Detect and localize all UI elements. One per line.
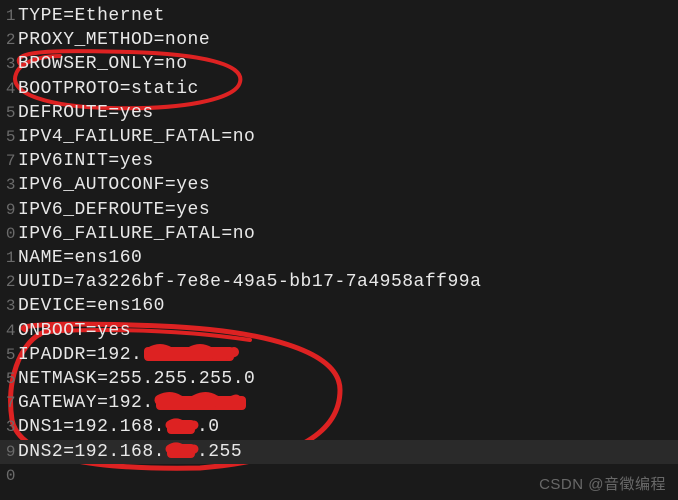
text-editor[interactable]: 1TYPE=Ethernet2PROXY_METHOD=none3BROWSER… — [0, 0, 678, 492]
code-text: BOOTPROTO=static — [18, 77, 199, 101]
line-number: 5 — [0, 101, 18, 125]
redacted-segment — [167, 420, 195, 434]
code-line[interactable]: 5DEFROUTE=yes — [0, 101, 678, 125]
code-line[interactable]: 2PROXY_METHOD=none — [0, 28, 678, 52]
code-text: DEFROUTE=yes — [18, 101, 154, 125]
code-line[interactable]: 7GATEWAY=192. — [0, 391, 678, 415]
code-line[interactable]: 5IPADDR=192. — [0, 343, 678, 367]
code-line[interactable]: 4BOOTPROTO=static — [0, 77, 678, 101]
code-text: IPV6_FAILURE_FATAL=no — [18, 222, 255, 246]
line-number: 3 — [0, 294, 18, 318]
watermark-text: CSDN @音徵编程 — [539, 473, 666, 494]
line-number: 9 — [0, 440, 18, 464]
redacted-segment — [167, 444, 195, 458]
code-text: DEVICE=ens160 — [18, 294, 165, 318]
code-text: IPV6_AUTOCONF=yes — [18, 173, 210, 197]
line-number: 2 — [0, 28, 18, 52]
line-number: 4 — [0, 77, 18, 101]
code-line[interactable]: 2UUID=7a3226bf-7e8e-49a5-bb17-7a4958aff9… — [0, 270, 678, 294]
code-text: DNS2=192.168..255 — [18, 440, 242, 464]
line-number: 3 — [0, 173, 18, 197]
line-number: 5 — [0, 367, 18, 391]
code-text: IPV6_DEFROUTE=yes — [18, 198, 210, 222]
code-line[interactable]: 0IPV6_FAILURE_FATAL=no — [0, 222, 678, 246]
code-text: IPV6INIT=yes — [18, 149, 154, 173]
code-line[interactable]: 3BROWSER_ONLY=no — [0, 52, 678, 76]
code-line[interactable]: 7IPV6INIT=yes — [0, 149, 678, 173]
redacted-segment — [156, 396, 246, 410]
code-text: PROXY_METHOD=none — [18, 28, 210, 52]
code-line[interactable]: 5IPV4_FAILURE_FATAL=no — [0, 125, 678, 149]
code-text: TYPE=Ethernet — [18, 4, 165, 28]
code-text: UUID=7a3226bf-7e8e-49a5-bb17-7a4958aff99… — [18, 270, 481, 294]
line-number: 2 — [0, 270, 18, 294]
code-line[interactable]: 1TYPE=Ethernet — [0, 4, 678, 28]
code-line[interactable]: 9IPV6_DEFROUTE=yes — [0, 198, 678, 222]
code-text: NAME=ens160 — [18, 246, 142, 270]
code-line[interactable]: 5NETMASK=255.255.255.0 — [0, 367, 678, 391]
code-text: DNS1=192.168..0 — [18, 415, 220, 439]
line-number: 0 — [0, 222, 18, 246]
code-line[interactable]: 3DNS1=192.168..0 — [0, 415, 678, 439]
code-text: IPADDR=192. — [18, 343, 236, 367]
code-text: BROWSER_ONLY=no — [18, 52, 188, 76]
line-number: 3 — [0, 52, 18, 76]
code-text: NETMASK=255.255.255.0 — [18, 367, 255, 391]
code-text: ONBOOT=yes — [18, 319, 131, 343]
line-number: 4 — [0, 319, 18, 343]
line-number: 1 — [0, 246, 18, 270]
code-line[interactable]: 9DNS2=192.168..255 — [0, 440, 678, 464]
line-number: 0 — [0, 464, 18, 488]
line-number: 1 — [0, 4, 18, 28]
line-number: 7 — [0, 149, 18, 173]
redacted-segment — [144, 347, 234, 361]
line-number: 7 — [0, 391, 18, 415]
line-number: 3 — [0, 415, 18, 439]
code-line[interactable]: 4ONBOOT=yes — [0, 319, 678, 343]
code-line[interactable]: 3DEVICE=ens160 — [0, 294, 678, 318]
code-line[interactable]: 3IPV6_AUTOCONF=yes — [0, 173, 678, 197]
line-number: 5 — [0, 125, 18, 149]
code-text: IPV4_FAILURE_FATAL=no — [18, 125, 255, 149]
code-line[interactable]: 1NAME=ens160 — [0, 246, 678, 270]
code-text: GATEWAY=192. — [18, 391, 248, 415]
line-number: 9 — [0, 198, 18, 222]
line-number: 5 — [0, 343, 18, 367]
